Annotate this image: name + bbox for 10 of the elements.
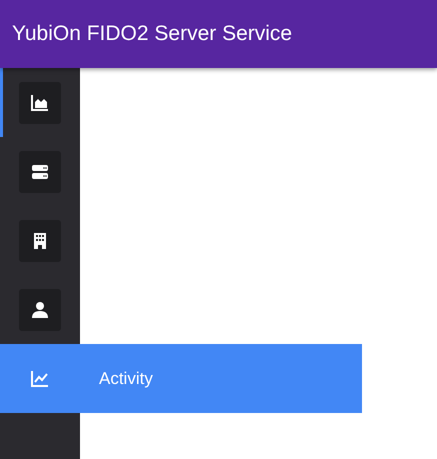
nav-button[interactable] bbox=[19, 288, 61, 330]
line-chart-icon bbox=[30, 368, 50, 388]
nav-label: Activity bbox=[99, 368, 153, 388]
area-chart-icon bbox=[30, 92, 50, 112]
nav-item[interactable]: Activity bbox=[0, 344, 362, 413]
nav-button[interactable] bbox=[19, 150, 61, 192]
nav-button[interactable] bbox=[19, 220, 61, 262]
app-title: YubiOn FIDO2 Server Service bbox=[12, 22, 292, 46]
user-icon bbox=[30, 300, 50, 320]
nav-button[interactable] bbox=[19, 82, 61, 124]
